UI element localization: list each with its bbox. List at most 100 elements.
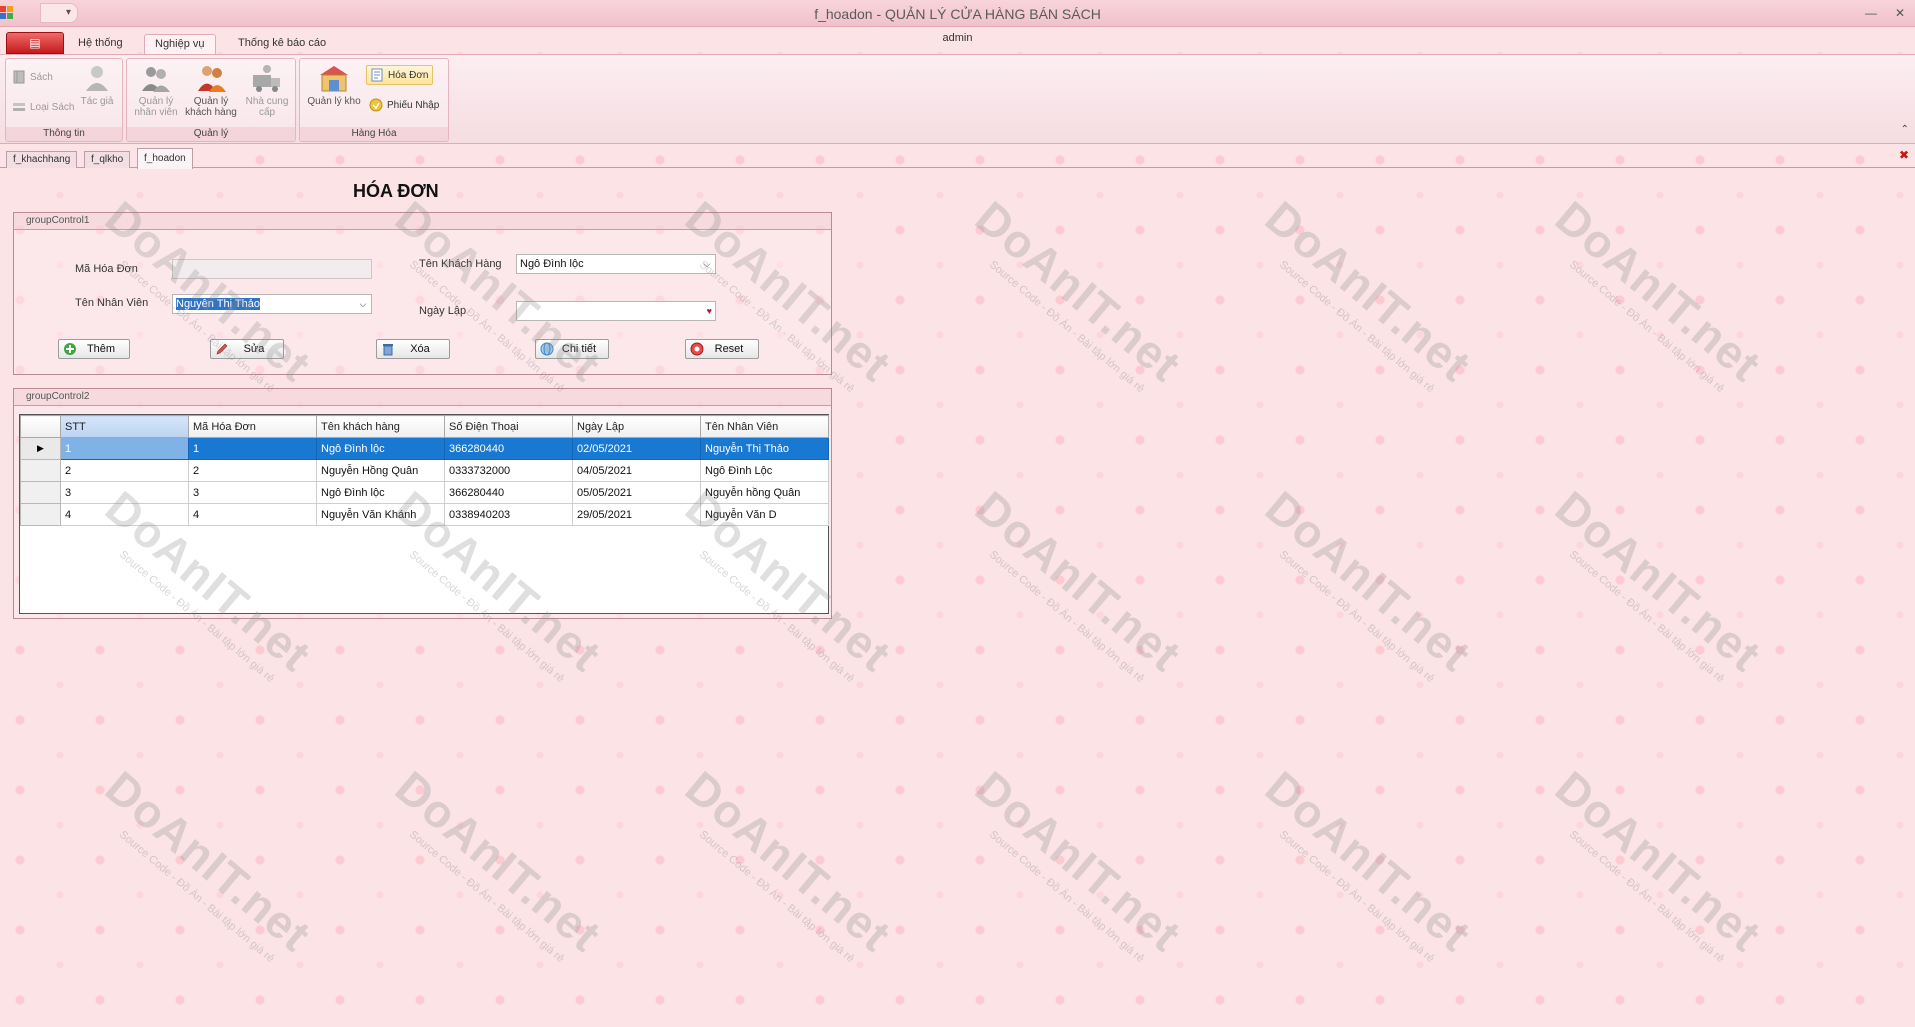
xoa-button[interactable]: Xóa xyxy=(376,339,450,359)
table-cell[interactable]: 3 xyxy=(60,481,189,504)
table-cell[interactable]: Ngô Đình lộc xyxy=(316,481,445,504)
watermark: DoAnIT.net Source Code - Đồ Án - Bài tập… xyxy=(965,190,1192,396)
tab-nghiep-vu[interactable]: Nghiệp vụ xyxy=(144,34,216,54)
ten-khach-hang-value: Ngô Đình lộc xyxy=(520,258,584,270)
delete-icon xyxy=(383,344,393,356)
quan-ly-nhan-vien-button[interactable]: Quản lý nhân viên xyxy=(129,61,183,125)
form-title: HÓA ĐƠN xyxy=(353,181,439,201)
chevron-down-icon[interactable]: ⌵ xyxy=(699,255,715,273)
book-category-icon xyxy=(13,103,25,111)
ribbon-group-label: Hàng Hóa xyxy=(300,127,448,141)
table-cell[interactable]: Ngô Đình lộc xyxy=(316,437,445,460)
minimize-button[interactable]: — xyxy=(1865,6,1877,20)
row-indicator xyxy=(20,459,61,482)
table-cell[interactable]: 02/05/2021 xyxy=(572,437,701,460)
table-cell[interactable]: 366280440 xyxy=(444,437,573,460)
add-icon xyxy=(64,343,76,355)
ngay-lap-label: Ngày Lập xyxy=(419,305,467,317)
ribbon-group-quan-ly: Quản lý nhân viên Quản lý khách hàng Nhà… xyxy=(126,58,296,142)
reset-button[interactable]: Reset xyxy=(685,339,759,359)
chi-tiet-button[interactable]: Chi tiết xyxy=(535,339,609,359)
window-title: f_hoadon - QUẢN LÝ CỬA HÀNG BÁN SÁCH xyxy=(814,6,1101,22)
column-header-ma-hoa-don[interactable]: Mã Hóa Đơn xyxy=(188,415,317,438)
ribbon-group-hang-hoa: Quản lý kho Hóa Đơn Phiếu Nhập Hàng Hóa xyxy=(299,58,449,142)
hoa-don-grid[interactable]: STT Mã Hóa Đơn Tên khách hàng Số Điện Th… xyxy=(19,414,829,614)
table-cell[interactable]: 05/05/2021 xyxy=(572,481,701,504)
ngay-lap-date-picker[interactable]: ♥ xyxy=(516,301,716,321)
ribbon-panel: Sách Loại Sách Tác giả Thông tin Quản lý… xyxy=(0,54,1915,144)
edit-pencil-icon xyxy=(216,343,228,355)
watermark: DoAnIT.net Source Code - Đồ Án - Bài tập… xyxy=(1545,480,1772,686)
phieu-nhap-button[interactable]: Phiếu Nhập xyxy=(366,95,443,115)
nha-cung-cap-button[interactable]: Nhà cung cấp xyxy=(239,61,295,125)
table-cell[interactable]: 1 xyxy=(188,437,317,460)
table-cell[interactable]: 04/05/2021 xyxy=(572,459,701,482)
watermark: DoAnIT.net Source Code - Đồ Án - Bài tập… xyxy=(965,480,1192,686)
watermark: DoAnIT.net Source Code - Đồ Án - Bài tập… xyxy=(1255,480,1482,686)
table-cell[interactable]: Nguyễn Hồng Quân xyxy=(316,459,445,482)
tac-gia-button[interactable]: Tác giả xyxy=(74,61,120,125)
doc-tab-f-qlkho[interactable]: f_qlkho xyxy=(84,151,131,168)
doc-tab-f-khachhang[interactable]: f_khachhang xyxy=(6,151,78,168)
current-row-indicator-icon: ▶ xyxy=(20,437,61,460)
table-cell[interactable]: Nguyễn Văn D xyxy=(700,503,829,526)
column-header-ten-nhan-vien[interactable]: Tên Nhân Viên xyxy=(700,415,829,438)
ten-khach-hang-combobox[interactable]: Ngô Đình lộc ⌵ xyxy=(516,254,716,274)
table-cell[interactable]: 0333732000 xyxy=(444,459,573,482)
table-row[interactable]: ▶ 1 1 Ngô Đình lộc 366280440 02/05/2021 … xyxy=(20,437,829,460)
menu-icon: ▤ xyxy=(29,36,41,50)
tab-he-thong[interactable]: Hệ thống xyxy=(68,34,133,54)
ribbon-group-label: Thông tin xyxy=(6,127,122,141)
close-window-button[interactable]: ✕ xyxy=(1895,6,1905,20)
table-cell[interactable]: 2 xyxy=(188,459,317,482)
table-row[interactable]: 3 3 Ngô Đình lộc 366280440 05/05/2021 Ng… xyxy=(20,481,829,504)
table-cell[interactable]: 4 xyxy=(60,503,189,526)
table-row[interactable]: 4 4 Nguyễn Văn Khánh 0338940203 29/05/20… xyxy=(20,503,829,526)
table-cell[interactable]: 0338940203 xyxy=(444,503,573,526)
table-cell[interactable]: 2 xyxy=(60,459,189,482)
ten-nhan-vien-combobox[interactable]: Nguyễn Thị Thảo ⌵ xyxy=(172,294,372,314)
table-cell[interactable]: 1 xyxy=(60,437,189,460)
ten-khach-hang-label: Tên Khách Hàng xyxy=(419,258,502,270)
table-cell[interactable]: Ngô Đình Lộc xyxy=(700,459,829,482)
column-header-so-dien-thoai[interactable]: Số Điện Thoại xyxy=(444,415,573,438)
quan-ly-kho-button[interactable]: Quản lý kho xyxy=(302,61,366,125)
ribbon-group-thong-tin: Sách Loại Sách Tác giả Thông tin xyxy=(5,58,123,142)
book-icon xyxy=(13,70,25,84)
supplier-icon xyxy=(253,65,280,92)
collapse-ribbon-icon[interactable]: ⌃ xyxy=(1901,124,1909,135)
them-button[interactable]: Thêm xyxy=(58,339,130,359)
application-menu-button[interactable]: ▤ xyxy=(6,32,64,54)
table-cell[interactable]: 366280440 xyxy=(444,481,573,504)
column-header-stt[interactable]: STT xyxy=(60,415,189,438)
hoa-don-button[interactable]: Hóa Đơn xyxy=(366,65,434,85)
row-indicator xyxy=(20,503,61,526)
table-cell[interactable]: Nguyễn hồng Quân xyxy=(700,481,829,504)
table-cell[interactable]: Nguyễn Văn Khánh xyxy=(316,503,445,526)
doc-tab-f-hoadon[interactable]: f_hoadon xyxy=(137,148,193,169)
calendar-dropdown-icon[interactable]: ♥ xyxy=(707,302,712,320)
loai-sach-button[interactable]: Loại Sách xyxy=(9,97,78,117)
sach-button[interactable]: Sách xyxy=(9,67,57,87)
column-header-ten-khach-hang[interactable]: Tên khách hàng xyxy=(316,415,445,438)
ribbon-group-label: Quản lý xyxy=(127,127,295,141)
group-header: groupControl1 xyxy=(14,213,831,230)
close-document-icon[interactable]: ✖ xyxy=(1899,148,1909,162)
ma-hoa-don-input[interactable] xyxy=(172,259,372,279)
chevron-down-icon[interactable]: ⌵ xyxy=(355,295,371,313)
table-cell[interactable]: 3 xyxy=(188,481,317,504)
table-cell[interactable]: 29/05/2021 xyxy=(572,503,701,526)
tab-thong-ke-bao-cao[interactable]: Thống kê báo cáo xyxy=(228,34,336,54)
group-header: groupControl2 xyxy=(14,389,831,406)
quan-ly-khach-hang-button[interactable]: Quản lý khách hàng xyxy=(183,61,239,125)
sua-button[interactable]: Sửa xyxy=(210,339,284,359)
row-indicator xyxy=(20,481,61,504)
column-header-ngay-lap[interactable]: Ngày Lập xyxy=(572,415,701,438)
table-cell[interactable]: 4 xyxy=(188,503,317,526)
warehouse-icon xyxy=(320,66,348,92)
table-cell[interactable]: Nguyễn Thị Thảo xyxy=(700,437,829,460)
invoice-icon xyxy=(371,68,383,82)
table-row[interactable]: 2 2 Nguyễn Hồng Quân 0333732000 04/05/20… xyxy=(20,459,829,482)
ribbon-tab-strip: ▤ Hệ thống Nghiệp vụ Thống kê báo cáo xyxy=(0,30,1915,54)
watermark: DoAnIT.net Source Code - Đồ Án - Bài tập… xyxy=(385,760,612,966)
